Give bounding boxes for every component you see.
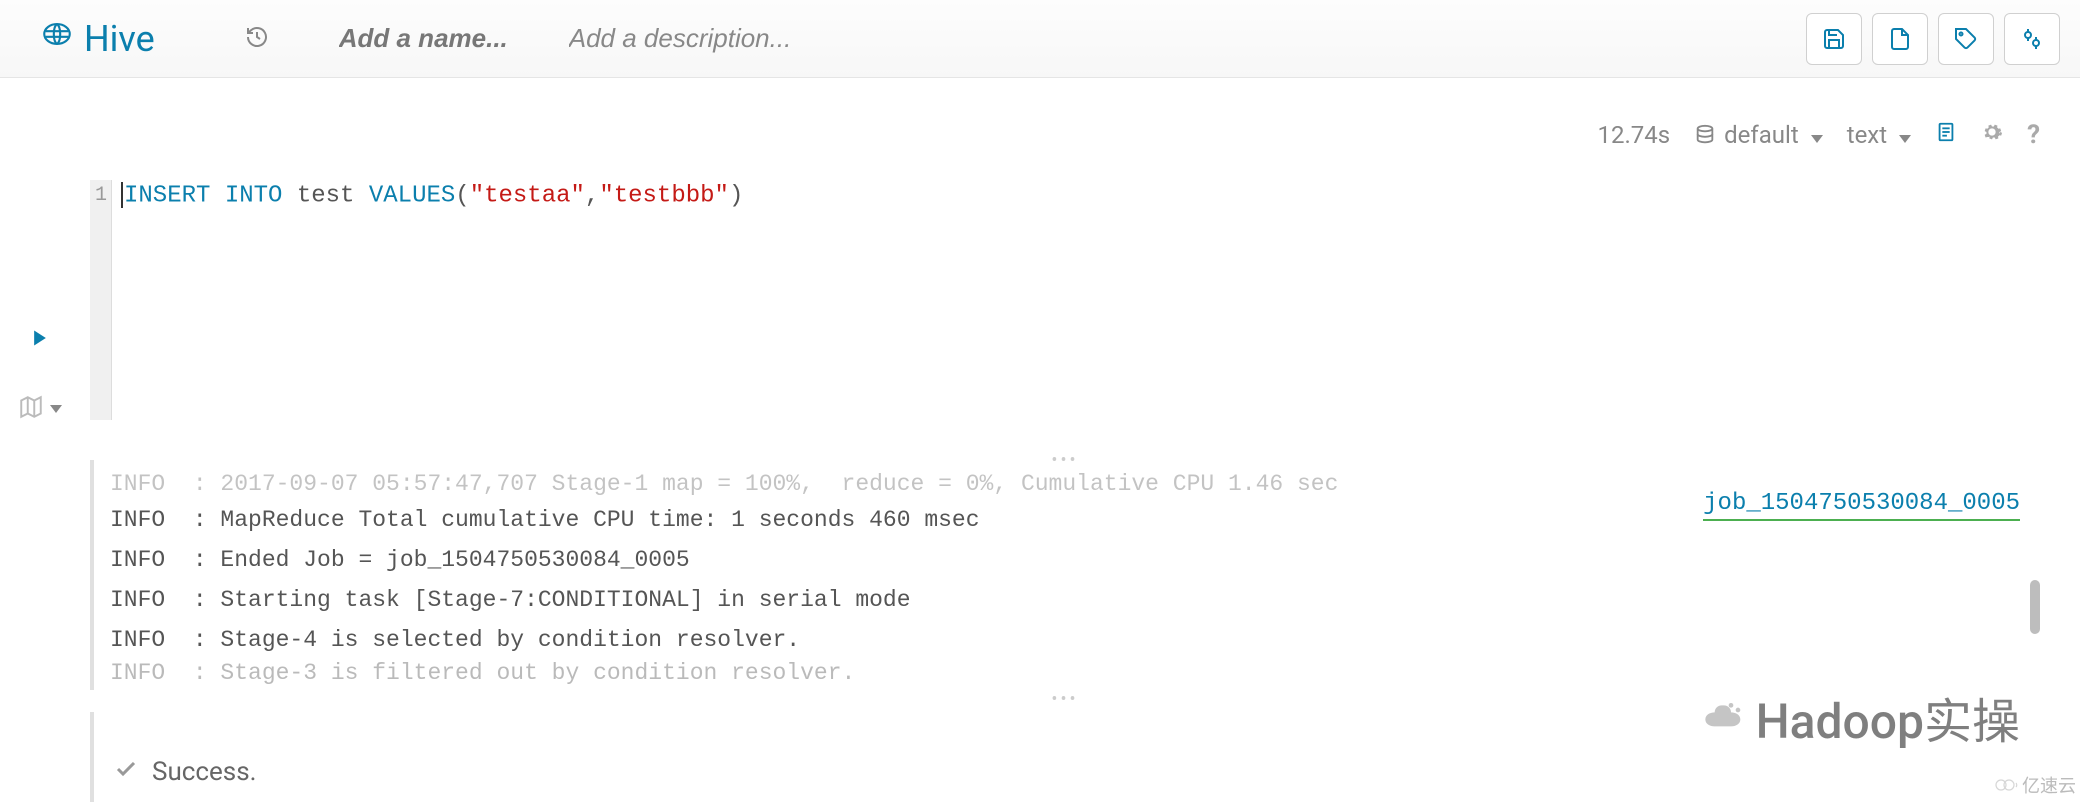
save-button[interactable] [1806,13,1862,65]
explain-button[interactable] [18,394,62,420]
line-gutter: 1 [90,180,112,420]
sql-editor[interactable]: 1 INSERT INTO test VALUES("testaa","test… [90,180,2040,420]
help-icon[interactable]: ? [2027,120,2040,150]
gear-icon[interactable] [1981,121,2003,149]
log-line: INFO : Stage-4 is selected by condition … [110,620,2024,660]
status-text: Success. [152,757,256,787]
chevron-down-icon [1807,121,1823,149]
code-line[interactable]: INSERT INTO test VALUES("testaa","testbb… [112,180,751,420]
job-link[interactable]: job_1504750530084_0005 [1703,490,2020,521]
cursor [121,182,123,208]
chevron-down-icon [46,398,62,417]
description-input[interactable] [569,23,869,54]
history-icon[interactable] [245,25,269,53]
new-button[interactable] [1872,13,1928,65]
log-line: INFO : Ended Job = job_1504750530084_000… [110,540,2024,580]
left-rail [0,78,80,802]
hive-logo: Hive [40,17,155,60]
settings-button[interactable] [2004,13,2060,65]
corner-watermark: 亿速云 [1994,772,2076,798]
log-line: INFO : Starting task [Stage-7:CONDITIONA… [110,580,2024,620]
query-toolbar: 12.74s default text ? [1597,120,2040,150]
name-input[interactable] [339,23,539,54]
document-icon[interactable] [1935,121,1957,149]
header-actions [1806,13,2060,65]
database-selector[interactable]: default [1694,121,1823,149]
check-icon [114,757,138,788]
run-button[interactable] [30,328,50,354]
scrollbar-thumb[interactable] [2030,580,2040,634]
output-selector[interactable]: text [1847,121,1911,149]
header-bar: Hive [0,0,2080,78]
app-title: Hive [84,18,155,60]
hive-icon [40,17,74,60]
tags-button[interactable] [1938,13,1994,65]
watermark: Hadoop实操 [1696,682,2020,752]
elapsed-time: 12.74s [1597,121,1670,149]
chevron-down-icon [1895,121,1911,149]
